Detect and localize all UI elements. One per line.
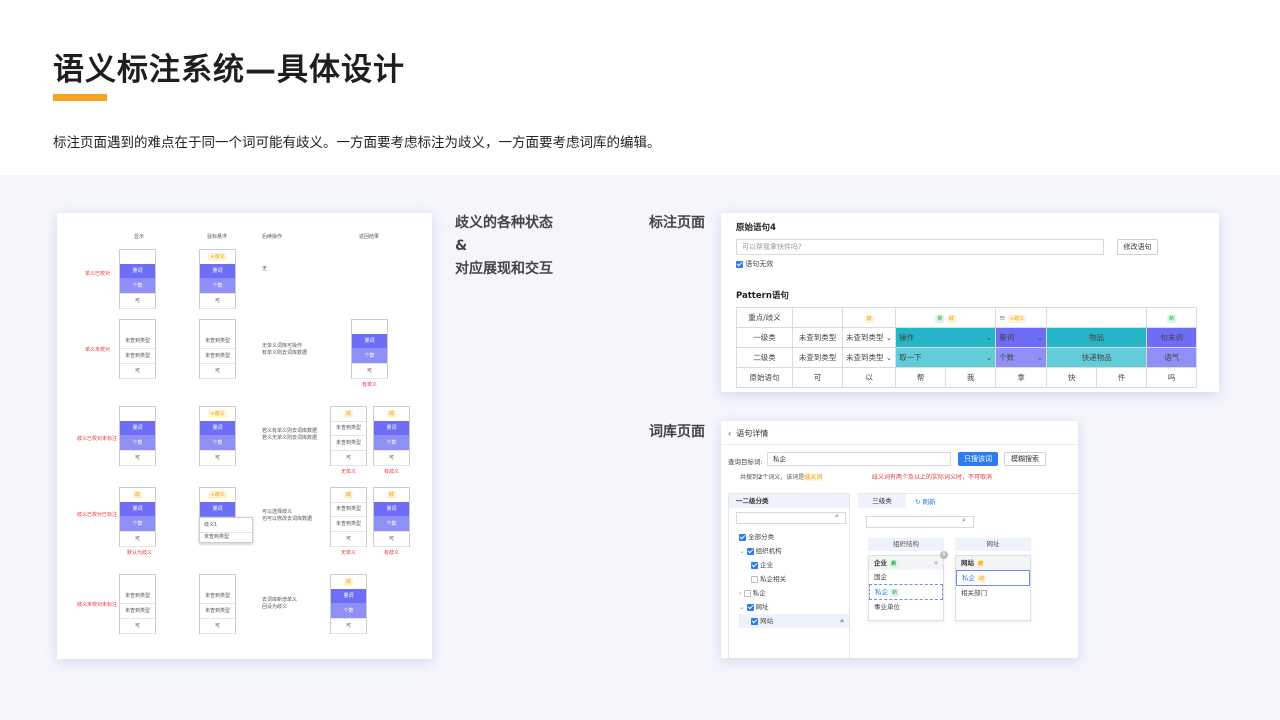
level3-search-input[interactable] (866, 516, 974, 528)
tree-item-private-related[interactable]: 私企相关 (739, 572, 849, 586)
display-box-3: 量词 个数 可 (119, 406, 156, 466)
sentence-input[interactable]: 可以帮我拿快件吗? (736, 239, 1104, 255)
tab-level3[interactable]: 三级类 (858, 494, 906, 508)
level3-panel: 三级类 ↻ 刷新 ⌕ 组织结构 网址 企业 新 ★ 国企 私企 新 事业单位 × … (858, 493, 1078, 658)
result-note-3b: 有歧义 (384, 469, 400, 475)
result-box-2: 量词 个数 可 (351, 319, 388, 379)
tree-item-org[interactable]: ⌄ 组织机构 (739, 544, 849, 558)
exact-search-button[interactable]: 只搜该词 (958, 452, 998, 466)
category-tree: 全部分类 ⌄ 组织机构 企业 私企相关 › 私企 ⌄ 网址 网站 ★ (739, 530, 849, 628)
lexicon-card: ‹ 语句详情 查询目标词: 私企 只搜该词 模糊搜索 共搜到2个词义，该词是歧义… (721, 421, 1078, 658)
result-note-3a: 无单义 (341, 469, 357, 475)
table-row: 一级类 未查到类型 未查到类型 ⌄ 操作 ⌄ 量词 ⌄ 物品 句末词 (736, 327, 1198, 348)
category-search-input[interactable] (736, 512, 846, 524)
result-box-3b: 歧 量词 个数 可 (373, 406, 410, 466)
row-label-3: 歧义已校对未标注 (77, 436, 118, 442)
modify-sentence-button[interactable]: 修改语句 (1117, 239, 1158, 255)
row-label-4: 歧义已校对已标注 (77, 512, 118, 518)
display-box-2: 未查到类型 未查到类型 可 (119, 319, 156, 379)
chevron-down-icon: ⌄ (985, 353, 993, 362)
search-icon[interactable]: ⌕ (962, 516, 966, 525)
display-box-5: 未查到类型 未查到类型 可 (119, 574, 156, 634)
result-summary: 共搜到2个词义，该词是歧义词 (740, 474, 823, 481)
pattern-table: 重点/歧义 歧 新 歧 ≡ +歧义 新 一级类 未查到类型 未查到类型 ⌄ 操作… (736, 307, 1198, 388)
col-header-hover: 鼠标悬浮 (207, 234, 228, 240)
table-row: 重点/歧义 歧 新 歧 ≡ +歧义 新 (736, 307, 1198, 328)
hover-box-4[interactable]: +歧义 量词 (199, 487, 236, 517)
title-accent-bar (53, 94, 107, 101)
header: 语义标注系统—具体设计 标注页面遇到的难点在于同一个词可能有歧义。一方面要考虑标… (0, 0, 1280, 175)
annotation-card: 原始语句4 可以帮我拿快件吗? 修改语句 语句无效 Pattern语句 重点/歧… (721, 213, 1219, 392)
table-row: 二级类 未查到类型 未查到类型 ⌄ 取一下 ⌄ 个数 ⌄ 快递物品 语气 (736, 347, 1198, 368)
hover-box-3[interactable]: +歧义 量词 个数 可 (199, 406, 236, 466)
hover-box-2[interactable]: 未查到类型 未查到类型 可 (199, 319, 236, 379)
chevron-left-icon[interactable]: ‹ (728, 429, 731, 438)
category-panel: 一二级分类 ⌕ 全部分类 ⌄ 组织机构 企业 私企相关 › 私企 ⌄ 网址 网站… (728, 493, 850, 658)
result-note-4a: 无单义 (341, 550, 357, 556)
tree-item-enterprise[interactable]: 企业 (739, 558, 849, 572)
query-input[interactable]: 私企 (767, 452, 951, 466)
refresh-button[interactable]: ↻ 刷新 (915, 496, 936, 506)
ops-1: 无 (262, 266, 268, 272)
chevron-down-icon: ⌄ (1036, 353, 1044, 362)
divider (721, 444, 1078, 445)
ops-2: 无单义词库可操作 有单义则去词库数据 (262, 343, 308, 356)
result-box-4a: 歧 未查到类型 未查到类型 可 (330, 487, 367, 547)
warning-text: 歧义词有两个及以上的实际词义时，不可取消 (872, 474, 993, 481)
section-original-title: 原始语句4 (736, 223, 776, 233)
category-panel-header: 一二级分类 (729, 494, 849, 508)
hover-dropdown-4[interactable]: 歧义1 未查到类型 (199, 517, 253, 545)
result-box-4b: 歧 量词 个数 可 (373, 487, 410, 547)
row-label-1: 单义已校对 (85, 271, 111, 277)
refresh-icon[interactable]: ↻ (915, 498, 920, 506)
section-pattern-title: Pattern语句 (736, 291, 789, 301)
states-card: 显示 鼠标悬浮 后续操作 返回结果 单义已校对 量词 个数 可 +歧义 量词 个… (57, 213, 432, 659)
result-box-5: 歧 量词 个数 可 (330, 574, 367, 634)
col-header-result: 返回结果 (359, 234, 380, 240)
ops-3: 若义有单义则去词库数据 若义无单义则去词库数据 (262, 428, 318, 441)
col-header-ops: 后续操作 (262, 234, 283, 240)
close-icon[interactable]: × (940, 551, 948, 559)
annot-page-label: 标注页面 (649, 215, 705, 231)
states-label: 歧义的各种状态 & 对应展现和交互 (455, 215, 553, 277)
hover-box-5[interactable]: 未查到类型 未查到类型 可 (199, 574, 236, 634)
row-label-5: 歧义未校对未标注 (77, 602, 118, 608)
tree-item-all[interactable]: 全部分类 (739, 530, 849, 544)
tree-item-private[interactable]: › 私企 (739, 586, 849, 600)
table-row: 原始语句 可 以 帮 我 拿 快 件 吗 (736, 367, 1198, 388)
column-url: 网址 (955, 538, 1031, 551)
display-box-4: 歧 量词 个数 可 (119, 487, 156, 547)
content-area: 显示 鼠标悬浮 后续操作 返回结果 单义已校对 量词 个数 可 +歧义 量词 个… (0, 175, 1280, 720)
chevron-down-icon: ⌄ (1036, 333, 1044, 342)
ops-5: 去词库新增单义 回设为歧义 (262, 597, 298, 610)
query-label: 查询目标词: (728, 458, 763, 466)
invalid-checkbox[interactable]: 语句无效 (736, 259, 773, 269)
back-title[interactable]: ‹ 语句详情 (728, 428, 768, 439)
lexicon-page-label: 词库页面 (649, 424, 705, 440)
display-note-4: 默认为歧义 (127, 550, 153, 556)
search-icon[interactable]: ⌕ (835, 512, 839, 521)
term-card-website[interactable]: 网站 歧 私企 歧 相关部门 (955, 555, 1031, 621)
chevron-down-icon: ⌄ (985, 333, 993, 342)
hover-box-1[interactable]: +歧义 量词 个数 可 (199, 249, 236, 309)
result-note-4b: 有歧义 (384, 550, 400, 556)
fuzzy-search-button[interactable]: 模糊搜索 (1004, 452, 1046, 466)
column-org: 组织结构 (868, 538, 944, 551)
display-box-1: 量词 个数 可 (119, 249, 156, 309)
page-subtitle: 标注页面遇到的难点在于同一个词可能有歧义。一方面要考虑标注为歧义，一方面要考虑词… (53, 135, 661, 151)
term-card-enterprise[interactable]: 企业 新 ★ 国企 私企 新 事业单位 (868, 555, 944, 621)
star-icon[interactable]: ★ (839, 614, 849, 628)
row-label-2: 单义未校对 (85, 347, 111, 353)
checkbox-icon[interactable] (736, 260, 743, 268)
result-note-2: 有单义 (362, 382, 378, 388)
col-header-display: 显示 (134, 234, 145, 240)
tree-item-website[interactable]: 网站 ★ (739, 614, 849, 628)
ops-4: 可以选择歧义 也可以修改去词库数据 (262, 509, 313, 522)
result-box-3a: 歧 未查到类型 未查到类型 可 (330, 406, 367, 466)
page-title: 语义标注系统—具体设计 (53, 52, 405, 88)
tree-item-url[interactable]: ⌄ 网址 (739, 600, 849, 614)
